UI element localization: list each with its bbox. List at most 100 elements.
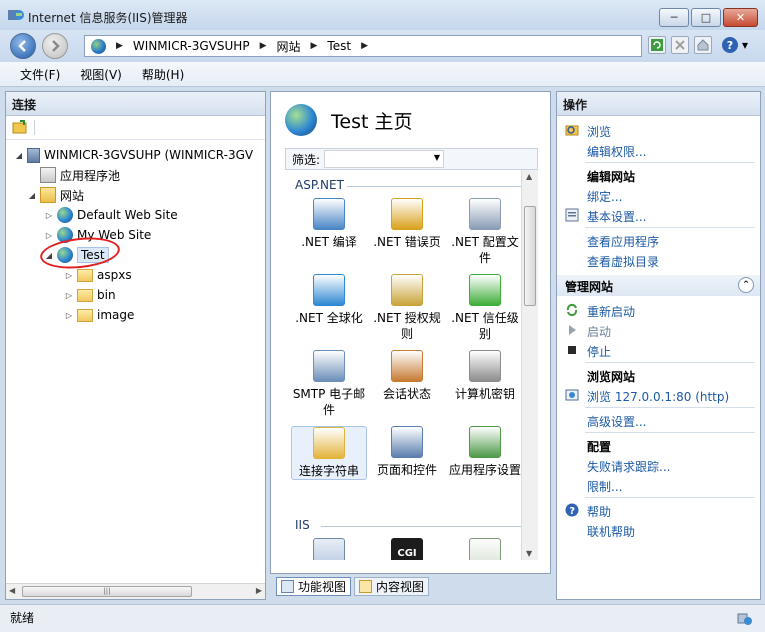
- forward-button[interactable]: [42, 33, 68, 59]
- maximize-button[interactable]: □: [691, 8, 721, 27]
- menu-help[interactable]: 帮助(H): [142, 66, 184, 83]
- feature-connection-strings[interactable]: 连接字符串: [291, 426, 367, 480]
- breadcrumb: ▶ WINMICR-3GVSUHP ▶ 网站 ▶ Test ▶: [116, 38, 368, 55]
- feature-net-trust-levels[interactable]: .NET 信任级别: [447, 274, 523, 342]
- expand-toggle[interactable]: ◢: [27, 191, 37, 200]
- filter-label: 筛选:: [292, 152, 321, 167]
- scroll-left-icon[interactable]: ◀: [9, 586, 15, 595]
- expand-toggle[interactable]: ▷: [44, 211, 54, 220]
- filter-input[interactable]: ▼: [324, 150, 445, 168]
- scroll-thumb[interactable]: |||: [22, 586, 192, 597]
- expand-toggle[interactable]: ◢: [14, 151, 24, 160]
- minimize-button[interactable]: ─: [659, 8, 689, 27]
- breadcrumb-server[interactable]: WINMICR-3GVSUHP: [133, 39, 250, 53]
- feature-net-compilation[interactable]: .NET 编译: [291, 198, 367, 250]
- browse-site-heading: 浏览网站: [587, 370, 636, 384]
- help-menu-button[interactable]: ? ▾: [722, 36, 756, 54]
- expand-toggle[interactable]: ▷: [64, 311, 74, 320]
- tree-node-bin[interactable]: ▷ bin: [64, 285, 116, 305]
- chevron-down-icon[interactable]: ▼: [434, 153, 440, 162]
- expand-toggle[interactable]: ▷: [64, 271, 74, 280]
- refresh-icon[interactable]: [648, 36, 666, 54]
- action-failed-request-tracing[interactable]: 失败请求跟踪...: [587, 458, 670, 475]
- action-view-applications[interactable]: 查看应用程序: [587, 233, 659, 250]
- actions-panel: 操作 浏览 编辑权限... 编辑网站 绑定... 基本设置... 查看应用程序 …: [556, 91, 761, 600]
- expand-toggle[interactable]: ▷: [44, 231, 54, 240]
- feature-asp[interactable]: [291, 538, 367, 560]
- tab-content-view[interactable]: 内容视图: [354, 577, 430, 596]
- feature-net-authorization-rules[interactable]: .NET 授权规则: [369, 274, 445, 342]
- divider: [585, 497, 755, 498]
- stop-loading-icon[interactable]: [671, 36, 689, 54]
- action-help[interactable]: 帮助: [587, 503, 611, 520]
- home-icon[interactable]: [694, 36, 712, 54]
- content-view-icon: [359, 580, 373, 593]
- feature-default-document[interactable]: [447, 538, 523, 560]
- filter-bar: 筛选: ▼: [285, 148, 538, 170]
- tree-node-image[interactable]: ▷ image: [64, 305, 134, 325]
- folder-icon: [77, 268, 93, 282]
- expand-toggle[interactable]: ▷: [64, 291, 74, 300]
- feature-label: 计算机密钥: [454, 387, 515, 401]
- action-view-virtual-directories[interactable]: 查看虚拟目录: [587, 253, 659, 270]
- scroll-down-icon[interactable]: ▼: [526, 549, 532, 558]
- action-edit-permissions[interactable]: 编辑权限...: [587, 143, 646, 160]
- action-start[interactable]: 启动: [587, 323, 611, 340]
- feature-net-error-pages[interactable]: .NET 错误页: [369, 198, 445, 250]
- tab-features-view[interactable]: 功能视图: [276, 577, 352, 596]
- feature-net-globalization[interactable]: .NET 全球化: [291, 274, 367, 326]
- divider: [585, 162, 755, 163]
- machine-key-icon: [469, 350, 501, 382]
- action-browse[interactable]: 浏览: [587, 123, 611, 140]
- collapse-icon[interactable]: ⌃: [738, 277, 754, 293]
- feature-net-profile[interactable]: .NET 配置文件: [447, 198, 523, 266]
- feature-session-state[interactable]: 会话状态: [369, 350, 445, 402]
- feature-cgi[interactable]: CGI: [369, 538, 445, 560]
- back-button[interactable]: [10, 33, 36, 59]
- feature-smtp-email[interactable]: SMTP 电子邮件: [291, 350, 367, 418]
- tree-node-default-web-site[interactable]: ▷ Default Web Site: [44, 205, 178, 225]
- breadcrumb-test[interactable]: Test: [327, 39, 351, 53]
- vertical-scrollbar[interactable]: ▲ ▼: [521, 170, 538, 560]
- create-connection-icon[interactable]: [12, 120, 28, 137]
- feature-label: .NET 配置文件: [451, 235, 519, 265]
- action-basic-settings[interactable]: 基本设置...: [587, 208, 646, 225]
- breadcrumb-sites[interactable]: 网站: [276, 38, 300, 55]
- action-bindings[interactable]: 绑定...: [587, 188, 622, 205]
- feature-label: .NET 全球化: [295, 311, 363, 325]
- scroll-right-icon[interactable]: ▶: [256, 586, 262, 595]
- feature-label: SMTP 电子邮件: [292, 387, 366, 417]
- feature-label: 会话状态: [382, 387, 431, 401]
- menu-view[interactable]: 视图(V): [80, 66, 122, 83]
- feature-pages-and-controls[interactable]: 页面和控件: [369, 426, 445, 478]
- feature-application-settings[interactable]: 应用程序设置: [447, 426, 523, 478]
- action-online-help[interactable]: 联机帮助: [587, 523, 635, 540]
- tree-node-sites[interactable]: ◢ 网站: [27, 185, 84, 205]
- action-stop[interactable]: 停止: [587, 343, 611, 360]
- action-limits[interactable]: 限制...: [587, 478, 622, 495]
- action-browse-localhost[interactable]: 浏览 127.0.0.1:80 (http): [587, 388, 729, 405]
- actions-header: 操作: [557, 92, 760, 116]
- feature-label: 应用程序设置: [448, 463, 521, 477]
- close-button[interactable]: ✕: [723, 8, 758, 27]
- group-iis[interactable]: IIS: [295, 518, 310, 532]
- connections-header: 连接: [6, 92, 265, 116]
- window-title: Internet 信息服务(IIS)管理器: [28, 11, 188, 25]
- menu-file[interactable]: 文件(F): [20, 66, 60, 83]
- action-restart[interactable]: 重新启动: [587, 303, 635, 320]
- feature-machine-key[interactable]: 计算机密钥: [447, 350, 523, 402]
- tree-node-server[interactable]: ◢ WINMICR-3GVSUHP (WINMICR-3GV: [14, 145, 253, 165]
- feature-label: 连接字符串: [298, 464, 359, 478]
- scroll-thumb[interactable]: [524, 206, 536, 306]
- page-title: Test 主页: [285, 104, 412, 136]
- tree-node-app-pools[interactable]: 应用程序池: [40, 165, 120, 185]
- group-aspnet[interactable]: ASP.NET: [295, 178, 344, 192]
- feature-label: .NET 信任级别: [451, 311, 519, 341]
- basic-settings-icon: [565, 208, 579, 222]
- address-bar[interactable]: ▶ WINMICR-3GVSUHP ▶ 网站 ▶ Test ▶: [84, 35, 642, 57]
- manage-site-header[interactable]: 管理网站 ⌃: [557, 275, 760, 296]
- horizontal-scrollbar[interactable]: ◀ ||| ▶: [6, 583, 265, 599]
- scroll-up-icon[interactable]: ▲: [526, 172, 532, 181]
- server-icon: [27, 147, 40, 163]
- action-advanced-settings[interactable]: 高级设置...: [587, 413, 646, 430]
